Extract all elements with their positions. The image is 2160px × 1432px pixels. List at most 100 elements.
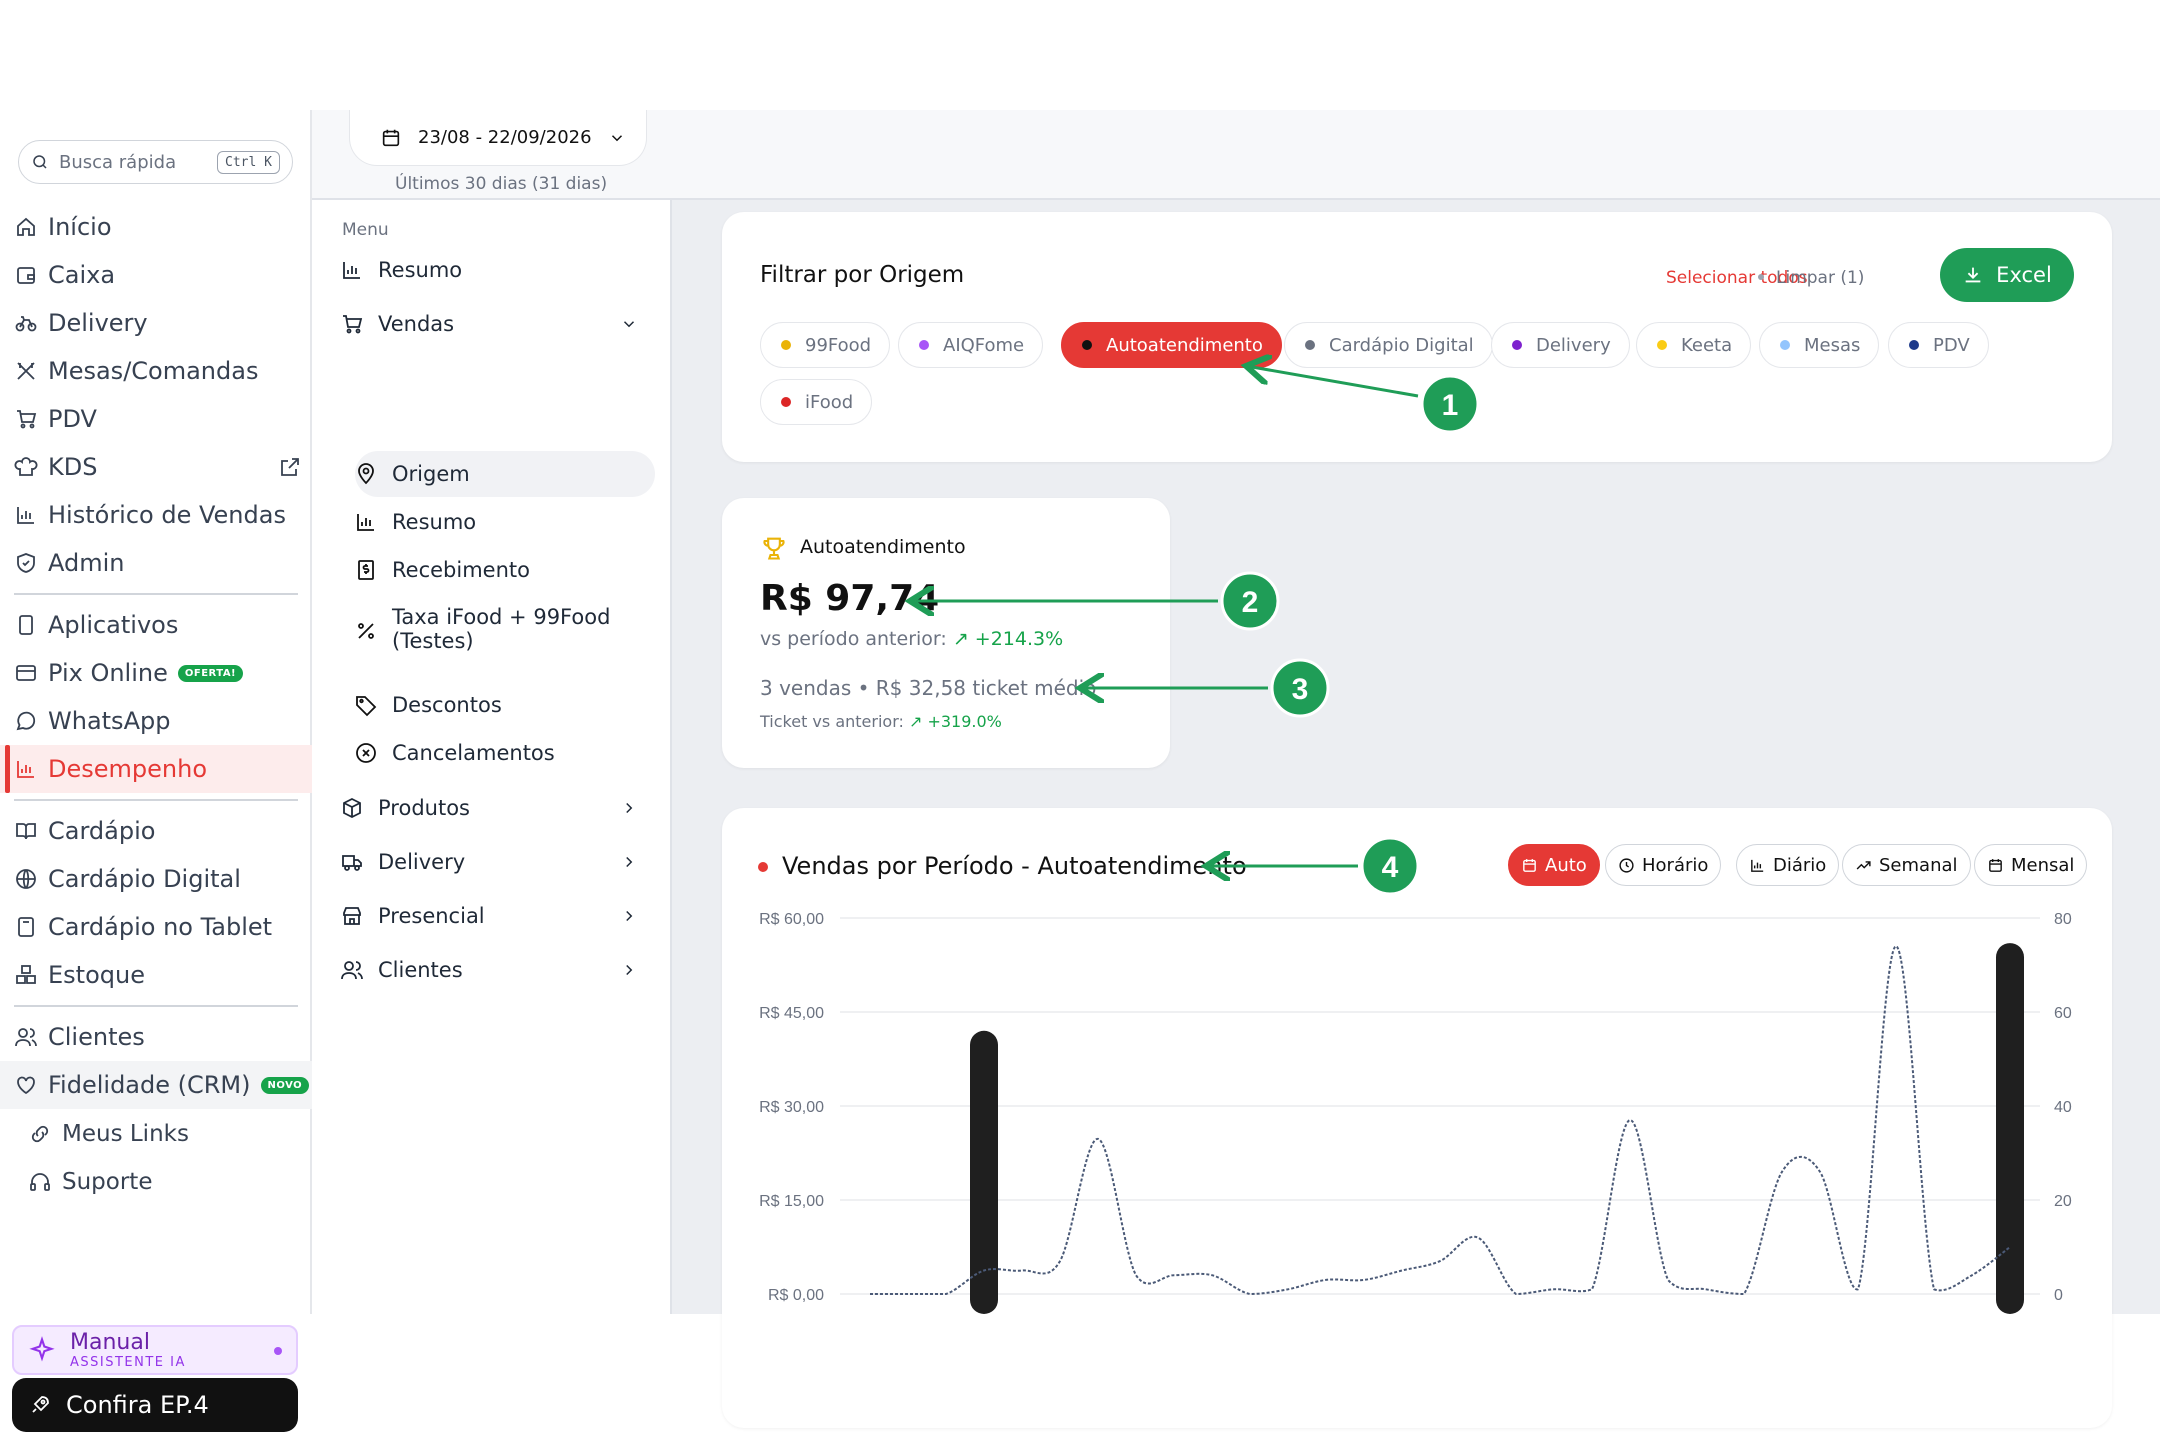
nav-cardapio[interactable]: Cardápio [0,807,312,855]
nav-label: Cardápio [48,817,156,845]
chip-label: Autoatendimento [1106,334,1263,356]
chevron-right-icon [626,964,633,976]
chip-pdv[interactable]: PDV [1888,322,1989,368]
kpi-card: Autoatendimento R$ 97,74 vs período ante… [722,498,1170,768]
menu-vendas[interactable]: Vendas [340,312,635,336]
top-bar [0,0,2160,110]
nav-pdv[interactable]: PDV [0,395,312,443]
nav-kds[interactable]: KDS [0,443,312,491]
menu-label: Resumo [378,258,463,282]
nav-inicio[interactable]: Início [0,203,312,251]
chip-99food[interactable]: 99Food [760,322,891,368]
nav-cardapio-tablet[interactable]: Cardápio no Tablet [0,903,312,951]
confira-ep-button[interactable]: Confira EP.4 [12,1378,298,1432]
nav-aplicativos[interactable]: Aplicativos [0,601,312,649]
y-tick-label-left: R$ 15,00 [759,1193,824,1210]
nav-mesas[interactable]: Mesas/Comandas [0,347,312,395]
nav-suporte[interactable]: Suporte [0,1158,312,1206]
nav-label: Estoque [48,961,145,989]
store-icon [343,907,361,925]
receipt-dollar-icon [358,560,374,580]
date-bar: 23/08 - 22/09/2026 Últimos 30 dias (31 d… [312,110,2160,200]
nav-fidelidade[interactable]: Fidelidade (CRM) NOVO [0,1061,312,1109]
nav-label: Delivery [48,309,148,337]
nav-caixa[interactable]: Caixa [0,251,312,299]
nav-label: Pix Online [48,659,168,687]
rocket-icon [32,1396,49,1413]
nav-delivery[interactable]: Delivery [0,299,312,347]
chip-color-dot [1082,340,1092,350]
nav-estoque[interactable]: Estoque [0,951,312,999]
main-nav: Início Caixa Delivery Mesas/Comandas PDV… [0,203,312,1109]
download-icon [1965,267,1981,283]
menu-label: Delivery [378,850,466,874]
quick-search[interactable]: Busca rápida Ctrl K [18,140,293,184]
menu-origem[interactable]: Origem [354,462,470,486]
menu-label: Resumo [392,510,477,534]
globe-icon [16,869,36,889]
date-range-picker[interactable]: 23/08 - 22/09/2026 [349,110,647,166]
clear-link[interactable]: Limpar (1) [1776,268,1864,288]
chip-color-dot [1909,340,1919,350]
menu-label: Vendas [378,312,455,336]
menu-label: Origem [392,462,470,486]
chip-mesas[interactable]: Mesas [1759,322,1880,368]
chip-color-dot [1512,340,1522,350]
bar [1996,943,2024,1314]
nav-whatsapp[interactable]: WhatsApp [0,697,312,745]
nav-label: Aplicativos [48,611,179,639]
new-badge: NOVO [260,1076,310,1094]
menu-delivery[interactable]: Delivery [340,850,633,874]
nav-pix-online[interactable]: Pix Online OFERTA! [0,649,312,697]
menu-resumo[interactable]: Resumo [340,258,462,282]
manual-ai-button[interactable]: Manual ASSISTENTE IA [12,1325,298,1375]
menu-produtos[interactable]: Produtos [340,796,633,820]
menu-taxa-ifood[interactable]: Taxa iFood + 99Food (Testes) [354,605,610,653]
menu-label: Descontos [392,693,502,717]
menu-resumo-vendas[interactable]: Resumo [354,510,476,534]
chip-ifood[interactable]: iFood [760,379,873,425]
origin-filter-card: Filtrar por Origem Selecionar todos Limp… [722,212,2112,462]
menu-cancelamentos[interactable]: Cancelamentos [354,741,555,765]
nav-label: Desempenho [48,755,207,783]
y-tick-label-right: 20 [2054,1193,2072,1210]
nav-historico[interactable]: Histórico de Vendas [0,491,312,539]
package-icon [343,797,361,819]
excel-label: Excel [1996,263,2052,287]
kpi-ticket-comparison: Ticket vs anterior: ↗ +319.0% [760,712,1002,731]
nav-clientes[interactable]: Clientes [0,1013,312,1061]
chevron-down-icon [623,321,635,328]
chip-delivery[interactable]: Delivery [1491,322,1630,368]
nav-desempenho[interactable]: Desempenho [0,745,312,793]
menu-clientes[interactable]: Clientes [340,958,633,982]
nav-label: PDV [48,405,97,433]
nav-meus-links[interactable]: Meus Links [0,1110,312,1158]
nav-label: KDS [48,453,98,481]
nav-cardapio-digital[interactable]: Cardápio Digital [0,855,312,903]
utensils-icon [17,362,35,380]
section-menu: Menu Resumo Vendas Origem Resumo Recebim… [312,200,672,1314]
headset-icon [30,1173,50,1191]
chip-color-dot [781,397,791,407]
nav-label: Início [48,213,112,241]
card-icon [16,665,36,681]
menu-label: Recebimento [392,558,530,582]
nav-divider [14,799,298,801]
menu-presencial[interactable]: Presencial [340,904,633,928]
nav-divider [14,1005,298,1007]
date-range: 23/08 - 22/09/2026 [418,127,592,148]
nav-label: Histórico de Vendas [48,501,286,529]
nav-admin[interactable]: Admin [0,539,312,587]
menu-label: Cancelamentos [392,741,555,765]
menu-descontos[interactable]: Descontos [354,693,502,717]
chip-keeta[interactable]: Keeta [1636,322,1752,368]
search-placeholder: Busca rápida [59,151,177,173]
y-tick-label-left: R$ 45,00 [759,1005,824,1022]
excel-export-button[interactable]: Excel [1940,248,2074,302]
chip-aiqfome[interactable]: AIQFome [898,322,1044,368]
menu-recebimento[interactable]: Recebimento [354,558,530,582]
chip-autoatendimento[interactable]: Autoatendimento [1061,322,1282,368]
chip-cardapio-digital[interactable]: Cardápio Digital [1284,322,1493,368]
menu-label: Presencial [378,904,485,928]
chip-color-dot [1305,340,1315,350]
